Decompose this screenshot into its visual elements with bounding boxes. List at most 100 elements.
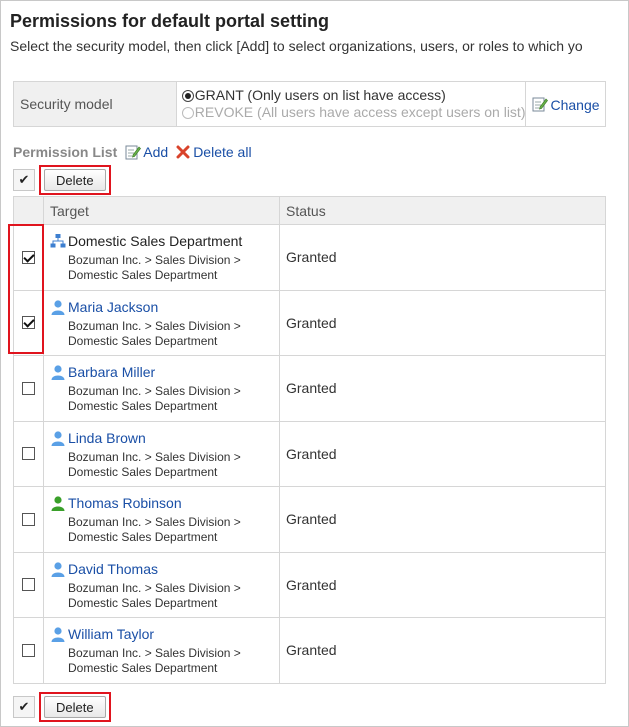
row-checkbox[interactable] bbox=[22, 512, 35, 526]
status-cell: Granted bbox=[286, 445, 337, 462]
revoke-radio-icon bbox=[181, 106, 194, 119]
target-path-line: Bozuman Inc. > Sales Division > bbox=[68, 580, 241, 595]
target-name-link[interactable]: Linda Brown bbox=[68, 430, 146, 446]
row-checkbox[interactable] bbox=[22, 643, 35, 657]
permission-table: Target Status Domestic Sales Department B… bbox=[13, 196, 606, 684]
status-cell: Granted bbox=[286, 249, 337, 266]
row-checkbox-cell bbox=[14, 421, 44, 486]
target-cell: William Taylor Bozuman Inc. > Sales Divis… bbox=[44, 618, 280, 683]
target-title: Linda Brown bbox=[50, 430, 279, 446]
target-cell: Maria Jackson Bozuman Inc. > Sales Divisi… bbox=[44, 290, 280, 355]
target-cell: Domestic Sales Department Bozuman Inc. > … bbox=[44, 225, 280, 290]
row-checkbox[interactable] bbox=[22, 447, 35, 461]
dialog-frame: Permissions for default portal setting S… bbox=[0, 0, 629, 727]
target-name-link[interactable]: David Thomas bbox=[68, 561, 158, 577]
row-checkbox-cell bbox=[14, 225, 44, 290]
target-path-line: Domestic Sales Department bbox=[68, 595, 218, 610]
row-checkbox-cell bbox=[14, 552, 44, 617]
table-row: David Thomas Bozuman Inc. > Sales Divisio… bbox=[14, 552, 605, 618]
delete-button-highlight-bottom: Delete bbox=[39, 692, 111, 722]
row-checkbox[interactable] bbox=[22, 381, 35, 395]
target-title: Thomas Robinson bbox=[50, 495, 279, 511]
delete-button-highlight: Delete bbox=[39, 165, 111, 195]
checkbox-column-header bbox=[14, 197, 44, 224]
target-name: Domestic Sales Department bbox=[68, 233, 243, 249]
add-link[interactable]: Add bbox=[125, 144, 168, 160]
add-link-label: Add bbox=[143, 144, 169, 160]
bottom-toolbar: ✔ Delete bbox=[13, 692, 111, 722]
status-cell: Granted bbox=[286, 380, 337, 397]
target-path: Bozuman Inc. > Sales Division > Domestic … bbox=[68, 581, 279, 611]
target-title: David Thomas bbox=[50, 561, 279, 577]
target-cell: Barbara Miller Bozuman Inc. > Sales Divis… bbox=[44, 356, 280, 421]
target-title: Domestic Sales Department bbox=[50, 233, 279, 249]
add-edit-icon bbox=[125, 145, 142, 160]
grant-option: GRANT (Only users on list have access) bbox=[181, 87, 526, 104]
change-link-label: Change bbox=[550, 96, 600, 113]
row-checkbox-cell bbox=[14, 487, 44, 552]
target-title: William Taylor bbox=[50, 626, 279, 642]
status-cell: Granted bbox=[286, 642, 337, 659]
status-cell: Granted bbox=[286, 576, 337, 593]
user-icon bbox=[51, 365, 65, 380]
table-row: William Taylor Bozuman Inc. > Sales Divis… bbox=[14, 618, 605, 684]
delete-all-label: Delete all bbox=[193, 144, 252, 160]
target-title: Maria Jackson bbox=[50, 299, 279, 315]
status-cell: Granted bbox=[286, 511, 337, 528]
row-checkbox-cell bbox=[14, 356, 44, 421]
target-path-line: Bozuman Inc. > Sales Division > bbox=[68, 646, 241, 660]
revoke-option-label: REVOKE (All users have access except use… bbox=[194, 104, 526, 120]
target-column-header: Target bbox=[44, 197, 280, 224]
target-path-line: Bozuman Inc. > Sales Division > bbox=[68, 318, 241, 333]
status-cell: Granted bbox=[286, 314, 337, 331]
table-row: Maria Jackson Bozuman Inc. > Sales Divisi… bbox=[14, 290, 605, 356]
table-row: Barbara Miller Bozuman Inc. > Sales Divis… bbox=[14, 356, 605, 422]
row-checkbox[interactable] bbox=[22, 578, 35, 592]
target-path: Bozuman Inc. > Sales Division > Domestic … bbox=[68, 515, 279, 545]
security-model-label: Security model bbox=[14, 82, 177, 126]
status-column-header: Status bbox=[286, 202, 326, 219]
user-icon bbox=[51, 430, 65, 446]
target-path-line: Bozuman Inc. > Sales Division > bbox=[68, 253, 241, 267]
change-security-link[interactable]: Change bbox=[532, 96, 600, 113]
row-checkbox[interactable] bbox=[22, 316, 35, 330]
security-model-table: Security model GRANT (Only users on list… bbox=[13, 81, 606, 127]
grant-radio-icon bbox=[181, 89, 194, 102]
delete-button-bottom[interactable]: Delete bbox=[44, 696, 106, 718]
target-path-line: Domestic Sales Department bbox=[68, 399, 218, 413]
delete-x-icon bbox=[176, 145, 190, 159]
target-title: Barbara Miller bbox=[50, 364, 279, 380]
target-name-link[interactable]: William Taylor bbox=[68, 626, 154, 642]
user-icon bbox=[51, 627, 65, 642]
delete-button[interactable]: Delete bbox=[44, 169, 106, 191]
row-checkbox-cell bbox=[14, 618, 44, 683]
user-icon bbox=[51, 561, 65, 577]
target-path: Bozuman Inc. > Sales Division > Domestic … bbox=[68, 384, 279, 414]
target-path-line: Domestic Sales Department bbox=[68, 661, 218, 675]
target-cell: David Thomas Bozuman Inc. > Sales Divisio… bbox=[44, 552, 280, 617]
target-name-link[interactable]: Barbara Miller bbox=[68, 364, 155, 380]
user-icon bbox=[51, 496, 65, 511]
select-all-toggle[interactable]: ✔ bbox=[13, 169, 35, 191]
table-row: Thomas Robinson Bozuman Inc. > Sales Divi… bbox=[14, 487, 605, 553]
target-path-line: Bozuman Inc. > Sales Division > bbox=[68, 384, 241, 398]
target-name-link[interactable]: Maria Jackson bbox=[68, 299, 158, 315]
select-all-toggle-bottom[interactable]: ✔ bbox=[13, 696, 35, 718]
change-cell: Change bbox=[526, 82, 605, 126]
target-path-line: Domestic Sales Department bbox=[68, 464, 218, 479]
target-path-line: Domestic Sales Department bbox=[68, 333, 218, 348]
target-name-link[interactable]: Thomas Robinson bbox=[68, 495, 182, 511]
table-header: Target Status bbox=[14, 197, 605, 225]
row-checkbox[interactable] bbox=[22, 250, 35, 264]
table-row: Domestic Sales Department Bozuman Inc. > … bbox=[14, 225, 605, 291]
delete-all-link[interactable]: Delete all bbox=[176, 144, 252, 160]
target-path-line: Bozuman Inc. > Sales Division > bbox=[68, 515, 241, 529]
target-cell: Linda Brown Bozuman Inc. > Sales Division… bbox=[44, 421, 280, 486]
target-path: Bozuman Inc. > Sales Division > Domestic … bbox=[68, 319, 279, 349]
page-description: Select the security model, then click [A… bbox=[10, 38, 583, 54]
user-icon bbox=[51, 299, 65, 315]
revoke-option: REVOKE (All users have access except use… bbox=[181, 104, 526, 121]
target-path-line: Domestic Sales Department bbox=[68, 268, 218, 282]
target-path: Bozuman Inc. > Sales Division > Domestic … bbox=[68, 646, 279, 676]
target-path: Bozuman Inc. > Sales Division > Domestic … bbox=[68, 450, 279, 480]
